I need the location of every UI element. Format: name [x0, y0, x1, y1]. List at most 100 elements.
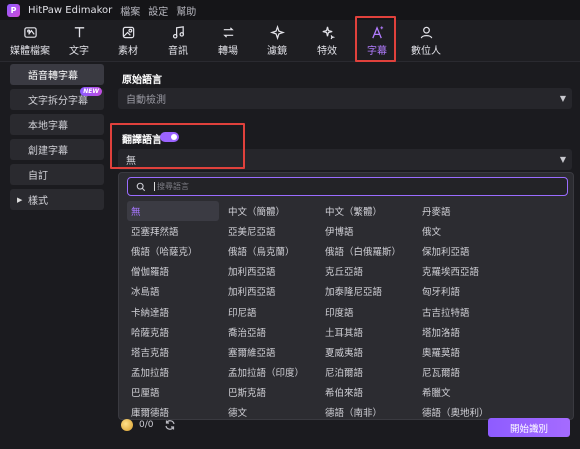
sidebar-item-label: 樣式 — [28, 196, 48, 207]
language-option[interactable]: 中文（簡體） — [219, 201, 311, 221]
language-option[interactable]: 塔吉克語 — [127, 342, 219, 362]
transition-icon — [222, 27, 234, 38]
tab-subtitle[interactable]: 字幕 — [353, 20, 401, 62]
tab-assets-label: 素材 — [118, 46, 138, 57]
language-option[interactable]: 哈薩克語 — [127, 322, 219, 342]
sidebar-item-label: 語音轉字幕 — [28, 71, 78, 82]
tab-transition[interactable]: 轉場 — [204, 20, 252, 62]
sidebar-item-create-subtitle[interactable]: 創建字幕 — [10, 139, 104, 160]
sidebar-item-local-subtitle[interactable]: 本地字幕 — [10, 114, 104, 135]
digital-human-icon — [420, 26, 432, 39]
tab-filter[interactable]: 濾鏡 — [253, 20, 301, 62]
menu-settings[interactable]: 設定 — [148, 3, 168, 18]
text-icon — [74, 27, 84, 38]
sidebar-item-label: 自訂 — [28, 171, 48, 182]
language-option[interactable]: 塞爾維亞語 — [219, 342, 311, 362]
language-option[interactable]: 德文 — [219, 402, 311, 419]
language-option[interactable]: 保加利亞語 — [403, 241, 495, 261]
tab-text[interactable]: 文字 — [55, 20, 103, 62]
language-option[interactable]: 塔加洛語 — [403, 322, 495, 342]
caret-right-icon: ▶ — [17, 195, 23, 204]
sidebar: 語音轉字幕 文字拆分字幕 NEW 本地字幕 創建字幕 自訂 ▶ 樣式 — [10, 64, 104, 214]
tab-media-label: 媒體檔案 — [10, 46, 50, 57]
refresh-icon[interactable] — [164, 419, 176, 431]
sidebar-item-label: 文字拆分字幕 — [28, 96, 88, 107]
language-option[interactable]: 亞美尼亞語 — [219, 221, 311, 241]
app-logo-icon: P — [7, 3, 20, 17]
filter-icon — [269, 25, 285, 40]
language-option[interactable]: 孟加拉語 — [127, 362, 219, 382]
language-option[interactable]: 喬治亞語 — [219, 322, 311, 342]
translation-language-select[interactable]: 無 ▼ — [118, 149, 572, 170]
language-option[interactable]: 孟加拉語（印度） — [219, 362, 311, 382]
sidebar-item-custom[interactable]: 自訂 — [10, 164, 104, 185]
language-search-box[interactable] — [127, 177, 568, 196]
tab-effects-label: 特效 — [317, 46, 337, 57]
language-option[interactable]: 德語（南非） — [311, 402, 403, 419]
tab-media[interactable]: 媒體檔案 — [4, 20, 56, 62]
chevron-down-icon: ▼ — [559, 94, 566, 103]
language-option[interactable]: 尼瓦爾語 — [403, 362, 495, 382]
language-option[interactable]: 古吉拉特語 — [403, 301, 495, 321]
language-option[interactable]: 加泰隆尼亞語 — [311, 281, 403, 301]
media-icon — [23, 27, 37, 38]
source-language-value: 自動檢測 — [126, 95, 166, 106]
language-option[interactable]: 中文（繁體） — [311, 201, 403, 221]
tab-digital-human[interactable]: 數位人 — [400, 20, 452, 62]
start-recognition-button[interactable]: 開始識別 — [488, 418, 570, 437]
language-option[interactable]: 俄語（哈薩克） — [127, 241, 219, 261]
tab-subtitle-label: 字幕 — [367, 46, 387, 57]
source-language-title: 原始語言 — [122, 75, 162, 86]
tab-assets[interactable]: 素材 — [104, 20, 152, 62]
language-search-input[interactable] — [154, 182, 554, 191]
tab-text-label: 文字 — [69, 46, 89, 57]
language-option[interactable]: 俄文 — [403, 221, 495, 241]
app-name: HitPaw Edimakor — [28, 4, 113, 16]
language-option[interactable]: 加利西亞語 — [219, 261, 311, 281]
language-option[interactable]: 匈牙利語 — [403, 281, 495, 301]
language-option[interactable]: 丹麥語 — [403, 201, 495, 221]
search-icon — [136, 182, 146, 191]
language-option[interactable]: 巴厘語 — [127, 382, 219, 402]
tab-effects[interactable]: 特效 — [303, 20, 351, 62]
language-option[interactable]: 尼泊爾語 — [311, 362, 403, 382]
assets-icon — [122, 26, 134, 39]
language-option[interactable]: 奧羅莫語 — [403, 342, 495, 362]
source-language-select[interactable]: 自動檢測 ▼ — [118, 88, 572, 109]
language-option[interactable]: 印度語 — [311, 301, 403, 321]
language-option[interactable]: 亞塞拜然語 — [127, 221, 219, 241]
language-option[interactable]: 希伯來語 — [311, 382, 403, 402]
language-option[interactable]: 克羅埃西亞語 — [403, 261, 495, 281]
tab-audio[interactable]: 音訊 — [154, 20, 202, 62]
tab-digital-human-label: 數位人 — [411, 46, 441, 57]
language-option[interactable]: 僧伽羅語 — [127, 261, 219, 281]
language-option[interactable]: 土耳其語 — [311, 322, 403, 342]
sidebar-item-text-split[interactable]: 文字拆分字幕 NEW — [10, 87, 104, 110]
language-option[interactable]: 克丘亞語 — [311, 261, 403, 281]
language-option[interactable]: 希臘文 — [403, 382, 495, 402]
language-option[interactable]: 印尼語 — [219, 301, 311, 321]
sidebar-item-label: 創建字幕 — [28, 146, 68, 157]
language-option[interactable]: 冰島語 — [127, 281, 219, 301]
language-option[interactable]: 伊博語 — [311, 221, 403, 241]
main-toolbar: 媒體檔案 文字 素材 音訊 轉場 濾鏡 特效 字幕 數位人 — [0, 20, 580, 62]
language-dropdown: 無中文（簡體）中文（繁體）丹麥語亞塞拜然語亞美尼亞語伊博語俄文俄語（哈薩克）俄語… — [118, 172, 574, 420]
sidebar-item-speech-to-subtitle[interactable]: 語音轉字幕 — [10, 64, 104, 85]
language-option[interactable]: 夏威夷語 — [311, 342, 403, 362]
effects-icon — [322, 26, 335, 40]
menu-help[interactable]: 幫助 — [176, 3, 196, 18]
language-option[interactable]: 俄語（烏克蘭） — [219, 241, 311, 261]
language-option[interactable]: 卡納達語 — [127, 301, 219, 321]
language-option[interactable]: 加利西亞語 — [219, 281, 311, 301]
language-option[interactable]: 巴斯克語 — [219, 382, 311, 402]
sidebar-item-style[interactable]: ▶ 樣式 — [10, 189, 104, 210]
menu-file[interactable]: 檔案 — [120, 3, 140, 18]
language-option[interactable]: 庫爾德語 — [127, 402, 219, 419]
translation-toggle[interactable] — [160, 132, 179, 142]
tab-filter-label: 濾鏡 — [267, 46, 287, 57]
language-option[interactable]: 無 — [127, 201, 219, 222]
tab-transition-label: 轉場 — [218, 46, 238, 57]
tab-audio-label: 音訊 — [168, 46, 188, 57]
language-option[interactable]: 德語（奧地利） — [403, 402, 495, 419]
language-option[interactable]: 俄語（白俄羅斯） — [311, 241, 403, 261]
